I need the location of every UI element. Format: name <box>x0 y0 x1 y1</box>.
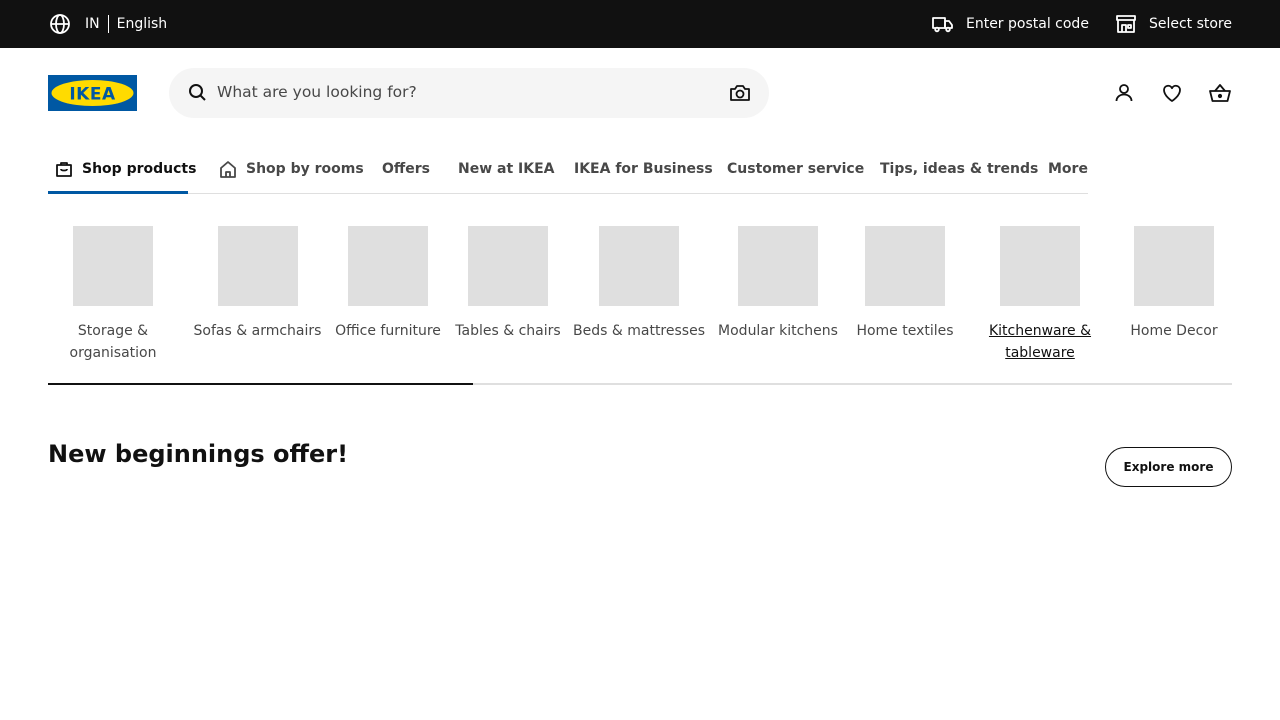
tab-label: Offers <box>382 161 430 177</box>
category-label: Tables & chairs <box>455 323 561 339</box>
category-item-kitchenware[interactable]: Kitchenware & tableware <box>980 226 1100 364</box>
category-image <box>1000 226 1080 306</box>
category-image <box>738 226 818 306</box>
category-image <box>348 226 428 306</box>
tab-label: Shop by rooms <box>246 161 364 177</box>
heart-icon[interactable] <box>1160 81 1184 105</box>
tab-customer-service[interactable]: Customer service <box>727 144 864 194</box>
house-icon <box>218 159 238 179</box>
category-item-sofas[interactable]: Sofas & armchairs <box>187 226 328 342</box>
ikea-logo[interactable]: IKEA <box>48 75 137 111</box>
category-label: Home textiles <box>856 323 954 339</box>
category-image <box>73 226 153 306</box>
tab-shop-by-rooms[interactable]: Shop by rooms <box>218 144 364 194</box>
search-input[interactable]: What are you looking for? <box>217 83 417 101</box>
category-item-office-furniture[interactable]: Office furniture <box>323 226 453 342</box>
country-code: IN <box>85 16 100 32</box>
carousel-scrollbar[interactable] <box>48 383 1232 385</box>
carousel-scroll-thumb[interactable] <box>48 383 473 385</box>
tab-label: Tips, ideas & trends <box>880 161 1039 177</box>
store-icon <box>1114 12 1138 36</box>
delivery-truck-icon <box>931 12 955 36</box>
tab-tips-ideas-trends[interactable]: Tips, ideas & trends <box>880 144 1038 194</box>
category-item-home-textiles[interactable]: Home textiles <box>845 226 965 342</box>
tab-ikea-for-business[interactable]: IKEA for Business <box>574 144 713 194</box>
logo-text: IKEA <box>69 85 116 105</box>
select-store-label: Select store <box>1148 16 1232 32</box>
search-icon <box>187 82 209 104</box>
tab-offers[interactable]: Offers <box>382 144 430 194</box>
postal-code-button[interactable]: Enter postal code <box>931 12 1089 36</box>
category-item-storage[interactable]: Storage & organisation <box>63 226 163 364</box>
locale-selector[interactable]: IN English <box>48 12 167 36</box>
tab-more[interactable]: More <box>1048 144 1088 194</box>
locale-divider <box>107 15 109 33</box>
category-label: Kitchenware & tableware <box>988 323 1092 361</box>
globe-icon <box>48 12 72 36</box>
basket-icon[interactable] <box>1208 81 1232 105</box>
category-label: Beds & mattresses <box>573 323 705 339</box>
category-image <box>599 226 679 306</box>
active-tab-indicator <box>48 191 188 194</box>
postal-code-label: Enter postal code <box>965 16 1089 32</box>
category-label: Home Decor <box>1130 323 1218 339</box>
tab-shop-products[interactable]: Shop products <box>54 144 196 194</box>
main-nav: Shop products Shop by rooms Offers New a… <box>48 144 1088 194</box>
category-image <box>865 226 945 306</box>
category-item-home-decor[interactable]: Home Decor <box>1119 226 1229 342</box>
category-image <box>468 226 548 306</box>
category-item-beds-mattresses[interactable]: Beds & mattresses <box>566 226 712 342</box>
camera-icon[interactable] <box>728 81 752 105</box>
category-label: Sofas & armchairs <box>193 323 322 339</box>
tab-label: IKEA for Business <box>574 161 713 177</box>
top-bar: IN English Enter postal code Select stor… <box>0 0 1280 48</box>
select-store-button[interactable]: Select store <box>1114 12 1232 36</box>
category-item-tables-chairs[interactable]: Tables & chairs <box>448 226 568 342</box>
category-label: Modular kitchens <box>718 323 838 339</box>
tab-label: New at IKEA <box>458 161 555 177</box>
user-icon[interactable] <box>1112 81 1136 105</box>
category-item-modular-kitchens[interactable]: Modular kitchens <box>706 226 850 342</box>
category-carousel: Storage & organisation Sofas & armchairs… <box>48 226 1232 366</box>
tab-new-at-ikea[interactable]: New at IKEA <box>458 144 555 194</box>
language-label: English <box>116 16 168 32</box>
tab-label: Shop products <box>82 161 197 177</box>
category-image <box>1134 226 1214 306</box>
category-label: Office furniture <box>335 323 441 339</box>
category-label: Storage & organisation <box>69 323 157 361</box>
search-bar[interactable]: What are you looking for? <box>169 68 769 118</box>
shopping-bag-icon <box>54 159 74 179</box>
tab-label: Customer service <box>727 161 865 177</box>
explore-more-button[interactable]: Explore more <box>1105 447 1232 487</box>
category-image <box>217 226 298 306</box>
offer-heading: New beginnings offer! <box>48 440 349 468</box>
tab-label: More <box>1048 161 1088 177</box>
